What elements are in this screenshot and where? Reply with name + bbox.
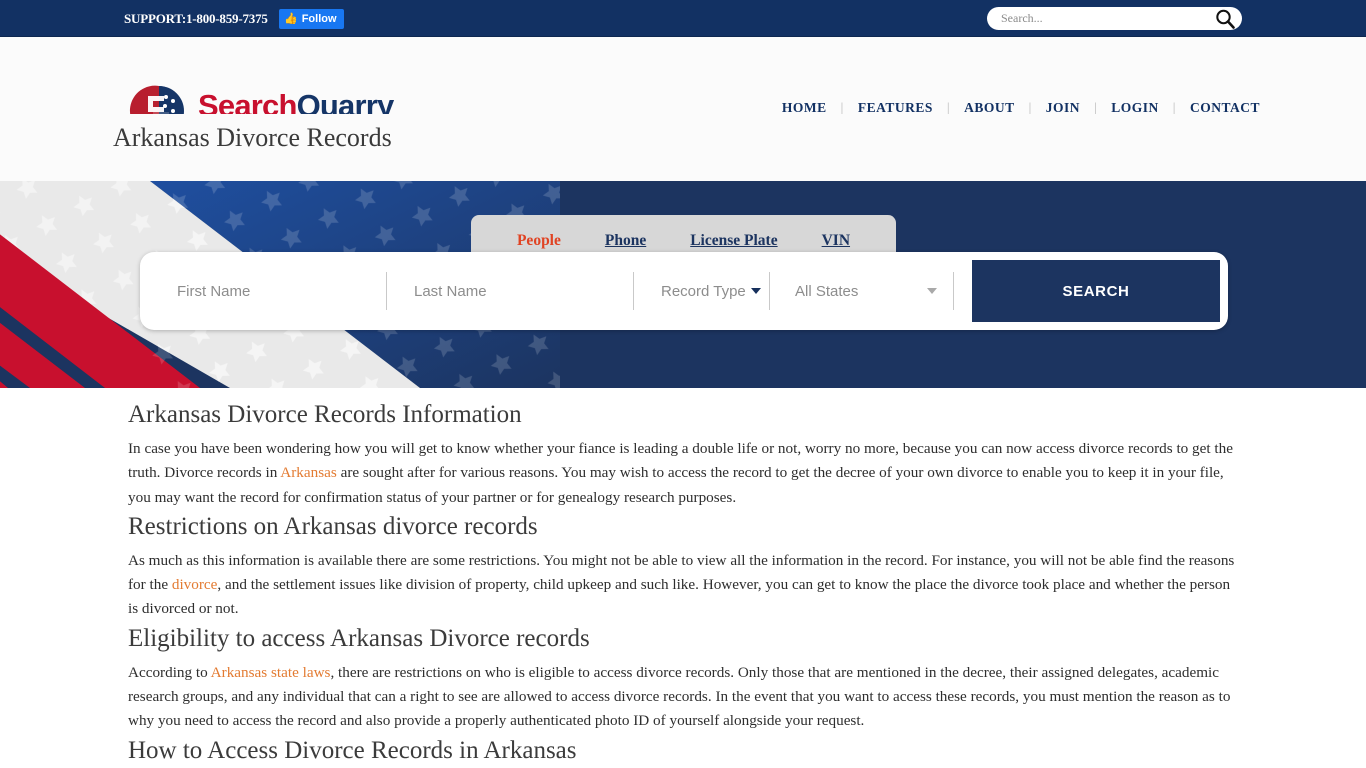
search-form: First Name Last Name Record Type All Sta… xyxy=(140,252,1228,330)
link-arkansas-state-laws[interactable]: Arkansas state laws xyxy=(211,664,331,681)
section-heading-how-to-access: How to Access Divorce Records in Arkansa… xyxy=(128,736,577,764)
field-divider xyxy=(953,272,954,310)
link-arkansas[interactable]: Arkansas xyxy=(280,464,337,481)
first-name-placeholder: First Name xyxy=(177,282,251,300)
search-input[interactable] xyxy=(1001,11,1214,26)
last-name-field[interactable]: Last Name xyxy=(387,260,633,322)
record-type-label: Record Type xyxy=(661,282,746,300)
tab-license-plate[interactable]: License Plate xyxy=(668,232,799,250)
first-name-field[interactable]: First Name xyxy=(148,260,386,322)
tab-people[interactable]: People xyxy=(495,232,583,250)
link-divorce[interactable]: divorce xyxy=(172,576,218,593)
section-heading-information: Arkansas Divorce Records Information xyxy=(128,401,522,428)
site-search-box[interactable] xyxy=(987,7,1242,30)
site-header: SearchQuarry Information is Freedom HOME… xyxy=(0,37,1366,142)
states-label: All States xyxy=(795,282,859,300)
facebook-follow-label: Follow xyxy=(301,13,337,25)
facebook-follow-button[interactable]: 👍 Follow xyxy=(279,9,344,29)
paragraph-information: In case you have been wondering how you … xyxy=(128,437,1238,510)
chevron-down-icon xyxy=(750,288,761,294)
support-phone: SUPPORT:1-800-859-7375 xyxy=(124,11,268,26)
top-bar: SUPPORT:1-800-859-7375 👍 Follow xyxy=(0,0,1366,37)
section-heading-eligibility: Eligibility to access Arkansas Divorce r… xyxy=(128,624,590,652)
paragraph-restrictions: As much as this information is available… xyxy=(128,549,1238,622)
states-dropdown[interactable]: All States xyxy=(770,260,953,322)
magnifier-icon[interactable] xyxy=(1214,8,1236,30)
record-type-dropdown[interactable]: Record Type xyxy=(634,260,769,322)
hero-banner: People Phone License Plate VIN First Nam… xyxy=(0,181,1366,388)
page-title: Arkansas Divorce Records xyxy=(113,123,392,152)
thumbs-up-icon: 👍 xyxy=(284,12,298,25)
paragraph-text-a: According to xyxy=(128,663,211,681)
paragraph-text-b: , and the settlement issues like divisio… xyxy=(128,576,1231,618)
section-heading-restrictions: Restrictions on Arkansas divorce records xyxy=(128,512,538,540)
tab-phone[interactable]: Phone xyxy=(583,232,668,250)
paragraph-eligibility: According to Arkansas state laws, there … xyxy=(128,661,1238,734)
last-name-placeholder: Last Name xyxy=(414,282,487,300)
main-content: Arkansas Divorce Records Information In … xyxy=(0,388,1366,768)
chevron-down-icon xyxy=(927,288,937,294)
tab-vin[interactable]: VIN xyxy=(800,232,872,250)
search-submit-button[interactable]: SEARCH xyxy=(972,260,1220,322)
page-title-band: Arkansas Divorce Records xyxy=(0,114,1366,181)
